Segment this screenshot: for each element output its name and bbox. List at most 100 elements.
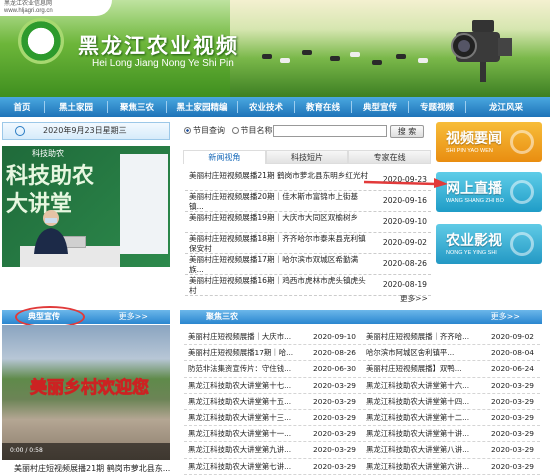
list-item[interactable]: 美丽村庄短视频展播16期｜鸡西市虎林市虎头镇虎头村 2020-08-19 [185,275,431,296]
nav-dianxing-xuanchuan[interactable]: 典型宣传 [352,101,408,113]
search-input[interactable] [273,125,387,137]
agri-film-button[interactable]: 农业影视 NONG YE YING SHI [436,224,542,264]
news-date: 2020-09-02 [382,238,427,247]
focus-title[interactable]: 黑龙江科技助农大讲堂第七讲... [188,459,300,474]
list-item[interactable]: 黑龙江科技助农大讲堂第十一... 2020-03-29 [184,426,362,441]
list-item[interactable]: 美丽村庄短视频展播20期｜佳木斯市富锦市上街基镇... 2020-09-16 [185,191,431,212]
cow-figure [330,56,340,61]
focus-date: 2020-03-29 [313,461,356,471]
list-item[interactable]: 美丽村庄短视频展播19期｜大庆市大同区双榆树乡 2020-09-10 [185,212,431,233]
focus-title[interactable]: 防范非法集资宣传片：守住钱... [188,361,300,376]
featured-video-player[interactable]: 科技助农 科技助农 大讲堂 [2,146,170,267]
nav-heitu-jingbian[interactable]: 黑土家园精编 [167,101,237,113]
focus-title[interactable]: 黑龙江科技助农大讲堂第十四... [366,394,478,409]
video-overlay-title: 美丽乡村欢迎您 [30,378,150,399]
list-item[interactable]: 黑龙江科技助农大讲堂第八讲... 2020-03-29 [362,442,540,457]
news-list: 美丽村庄短视频展播21期 鹤岗市萝北县东明乡红光村2020-09-23 美丽村庄… [185,170,431,296]
cow-figure [372,60,382,65]
focus-title[interactable]: 黑龙江科技助农大讲堂第十六... [366,378,478,393]
focus-title[interactable]: 黑龙江科技助农大讲堂第十七... [188,378,300,393]
focus-title[interactable]: 哈尔滨市阿城区舍利镇平... [366,345,478,360]
site-logo [18,18,64,64]
radio-program-name[interactable] [231,127,239,134]
nav-heitu-jiayuan[interactable]: 黑土家园 [45,101,107,113]
list-item[interactable]: 黑龙江科技助农大讲堂第十七... 2020-03-29 [184,378,362,393]
list-item[interactable]: 美丽村庄短视频展播｜大庆市... 2020-09-10 [184,329,362,344]
play-ring-icon [510,180,534,204]
news-title[interactable]: 美丽村庄短视频展播19期｜大庆市大同区双榆树乡 [189,213,369,233]
focus-title[interactable]: 黑龙江科技助农大讲堂第十三... [188,410,300,425]
focus-title[interactable]: 黑龙江科技助农大讲堂第十一... [188,426,300,441]
nav-jiaoyu-zaixian[interactable]: 教育在线 [295,101,351,113]
nav-nongye-jishu[interactable]: 农业技术 [238,101,294,113]
focus-title[interactable]: 黑龙江科技助农大讲堂第六讲... [366,459,478,474]
news-more-link[interactable]: 更多>> [400,293,428,304]
focus-date: 2020-03-29 [491,461,534,471]
focus-date: 2020-06-30 [313,364,356,374]
table-row: 黑龙江科技助农大讲堂第十五... 2020-03-29 黑龙江科技助农大讲堂第十四… [184,394,540,410]
focus-title[interactable]: 黑龙江科技助农大讲堂第十五... [188,394,300,409]
focus-title[interactable]: 美丽村庄短视频展播17期｜哈... [188,345,300,360]
list-item[interactable]: 防范非法集资宣传片：守住钱... 2020-06-30 [184,361,362,376]
nav-jujiao-sannong[interactable]: 聚焦三农 [108,101,166,113]
focus-date: 2020-03-29 [313,429,356,439]
list-item[interactable]: 美丽村庄短视频展播17期｜哈尔滨市双城区希勤满族... 2020-08-26 [185,254,431,275]
tab-tech-shorts[interactable]: 科技短片 [265,150,349,164]
cow-figure [262,54,272,59]
focus-date: 2020-09-02 [491,332,534,341]
focus-date: 2020-03-29 [313,380,356,390]
presentation-screen [120,154,168,254]
list-item[interactable]: 黑龙江科技助农大讲堂第十三... 2020-03-29 [184,410,362,425]
lecturer-figure [34,210,68,254]
nav-zhuanti-shipin[interactable]: 专题视频 [409,101,465,113]
table-row: 黑龙江科技助农大讲堂第十三... 2020-03-29 黑龙江科技助农大讲堂第十二… [184,410,540,427]
focus-date: 2020-09-10 [313,332,356,341]
video-news-button[interactable]: 视频要闻 SHI PIN YAO WEN [436,122,542,162]
video-news-label: 视频要闻 [446,131,502,147]
site-url-box[interactable]: 黑龙江农业信息网 www.hljagri.org.cn [0,0,112,16]
list-item[interactable]: 哈尔滨市阿城区舍利镇平... 2020-08-04 [362,345,540,360]
list-item[interactable]: 美丽村庄短视频展播】双鸭... 2020-06-24 [362,361,540,376]
list-item[interactable]: 黑龙江科技助农大讲堂第十四... 2020-03-29 [362,394,540,409]
nav-longjiang-fengcai[interactable]: 龙江风采 [466,101,546,113]
list-item[interactable]: 黑龙江科技助农大讲堂第十五... 2020-03-29 [184,394,362,409]
search-button[interactable]: 搜 索 [390,125,424,138]
focus-more-link[interactable]: 更多>> [491,310,520,324]
video-controls[interactable]: 0:00 / 0:58 [2,443,170,460]
table-row: 防范非法集资宣传片：守住钱... 2020-06-30 美丽村庄短视频展播】双鸭.… [184,361,540,378]
video-caption[interactable]: 美丽村庄短视频展播21期 鹤岗市萝北县东... [14,463,170,474]
live-stream-label: 网上直播 [446,181,502,197]
list-item[interactable]: 黑龙江科技助农大讲堂第七讲... 2020-03-29 [184,459,362,474]
focus-title[interactable]: 黑龙江科技助农大讲堂第九讲... [188,442,300,457]
tab-news-view[interactable]: 新闻视角 [183,150,266,164]
list-item[interactable]: 美丽村庄短视频展播17期｜哈... 2020-08-26 [184,345,362,360]
list-item[interactable]: 黑龙江科技助农大讲堂第十讲... 2020-03-29 [362,426,540,441]
typical-more-link[interactable]: 更多>> [119,310,148,324]
list-item[interactable]: 黑龙江科技助农大讲堂第十六... 2020-03-29 [362,378,540,393]
focus-section-header: 聚焦三农 更多>> [180,310,542,324]
focus-title[interactable]: 黑龙江科技助农大讲堂第八讲... [366,442,478,457]
news-title[interactable]: 美丽村庄短视频展播16期｜鸡西市虎林市虎头镇虎头村 [189,276,369,296]
live-stream-button[interactable]: 网上直播 WANG SHANG ZHI BO [436,172,542,212]
focus-title[interactable]: 黑龙江科技助农大讲堂第十讲... [366,426,478,441]
list-item[interactable]: 黑龙江科技助农大讲堂第十二... 2020-03-29 [362,410,540,425]
news-title[interactable]: 美丽村庄短视频展播17期｜哈尔滨市双城区希勤满族... [189,255,369,275]
news-title[interactable]: 美丽村庄短视频展播21期 鹤岗市萝北县东明乡红光村 [189,171,369,191]
list-item[interactable]: 黑龙江科技助农大讲堂第九讲... 2020-03-29 [184,442,362,457]
focus-title[interactable]: 美丽村庄短视频展播｜大庆市... [188,329,300,344]
list-item[interactable]: 黑龙江科技助农大讲堂第六讲... 2020-03-29 [362,459,540,474]
news-date: 2020-08-26 [382,259,427,268]
focus-title[interactable]: 美丽村庄短视频展播｜齐齐哈... [366,329,478,344]
radio-program-query[interactable] [184,127,191,134]
tab-expert-online[interactable]: 专家在线 [348,150,432,164]
nav-home[interactable]: 首页 [0,101,44,113]
list-item[interactable]: 美丽村庄短视频展播｜齐齐哈... 2020-09-02 [362,329,540,344]
focus-title[interactable]: 黑龙江科技助农大讲堂第十二... [366,410,478,425]
list-item[interactable]: 美丽村庄短视频展播18期｜齐齐哈尔市泰来县克利镇保安村 2020-09-02 [185,233,431,254]
typical-video-player[interactable]: 美丽乡村欢迎您 0:00 / 0:58 [2,325,170,460]
news-title[interactable]: 美丽村庄短视频展播18期｜齐齐哈尔市泰来县克利镇保安村 [189,234,369,254]
focus-title[interactable]: 美丽村庄短视频展播】双鸭... [366,361,478,376]
current-date: 2020年9月23日星期三 [43,126,127,135]
focus-date: 2020-03-29 [491,429,534,439]
news-title[interactable]: 美丽村庄短视频展播20期｜佳木斯市富锦市上街基镇... [189,192,369,212]
